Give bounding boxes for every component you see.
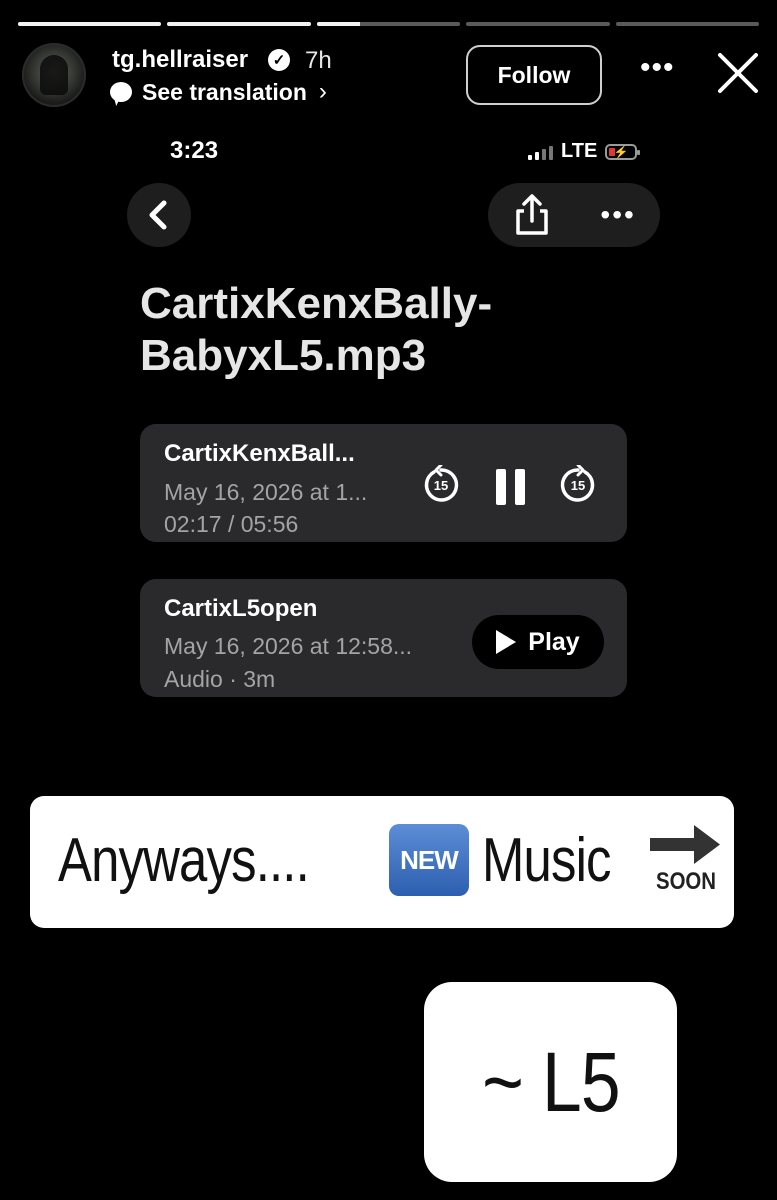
soon-arrow-emoji-icon: SOON (646, 822, 726, 898)
skip-forward-15-icon[interactable]: 15 (558, 465, 598, 505)
track-meta: Audio · 3m (164, 666, 276, 692)
chevron-left-icon (149, 200, 167, 230)
skip-back-seconds: 15 (434, 478, 448, 493)
now-playing-card[interactable]: CartixKenxBall... May 16, 2026 at 1... 0… (140, 424, 627, 542)
soon-emoji-label: SOON (655, 868, 717, 895)
verified-badge-icon: ✓ (268, 49, 290, 71)
text-sticker-signature: ~ L5 (424, 982, 677, 1182)
username[interactable]: tg.hellraiser (112, 46, 248, 74)
skip-forward-seconds: 15 (571, 478, 585, 493)
avatar[interactable] (22, 43, 86, 107)
post-time: 7h (305, 47, 332, 74)
see-translation-label: See translation (142, 78, 307, 105)
new-button-emoji-icon: NEW (389, 824, 469, 896)
play-button[interactable]: Play (472, 615, 604, 669)
story-segment-current (316, 22, 461, 26)
story-segment (167, 22, 311, 26)
more-actions-icon[interactable]: ••• (600, 201, 635, 229)
phone-status-indicators: LTE ⚡ (528, 140, 641, 163)
skip-back-15-icon[interactable]: 15 (421, 465, 461, 505)
play-label: Play (528, 627, 580, 656)
follow-button[interactable]: Follow (466, 45, 602, 105)
story-segment (18, 22, 162, 26)
audio-track-card[interactable]: CartixL5open May 16, 2026 at 12:58... Au… (140, 579, 627, 697)
network-type: LTE (561, 140, 598, 162)
phone-status-time: 3:23 (170, 137, 219, 164)
playback-progress: 02:17 / 05:56 (164, 511, 299, 537)
new-emoji-label: NEW (400, 844, 459, 875)
sticker-text-anyways: Anyways.... (58, 826, 310, 895)
chevron-right-icon: › (318, 78, 327, 105)
battery-icon: ⚡ (605, 143, 641, 160)
track-name: CartixKenxBall... (164, 440, 355, 467)
back-button[interactable] (127, 183, 191, 247)
play-icon (496, 630, 517, 654)
see-translation-link[interactable]: See translation › (110, 78, 327, 106)
speech-bubble-icon (110, 82, 132, 102)
more-options-icon[interactable]: ••• (640, 53, 675, 83)
share-icon[interactable] (512, 193, 552, 237)
story-segment (615, 22, 760, 26)
right-arrow-icon (650, 825, 720, 864)
story-progress-bar (18, 22, 760, 26)
track-date: May 16, 2026 at 1... (164, 479, 368, 505)
file-actions-pill: ••• (488, 183, 660, 247)
track-name: CartixL5open (164, 595, 318, 622)
sticker-text-music: Music (482, 826, 611, 895)
signature-text: ~ L5 (481, 1034, 620, 1129)
signal-bars-icon (528, 144, 553, 160)
track-date: May 16, 2026 at 12:58... (164, 633, 413, 659)
close-icon[interactable] (715, 50, 761, 96)
pause-button[interactable] (496, 469, 526, 505)
story-segment (466, 22, 610, 26)
file-title: CartixKenxBally-BabyxL5.mp3 (140, 279, 493, 380)
text-sticker-new-music: Anyways.... NEW Music SOON (30, 796, 734, 928)
